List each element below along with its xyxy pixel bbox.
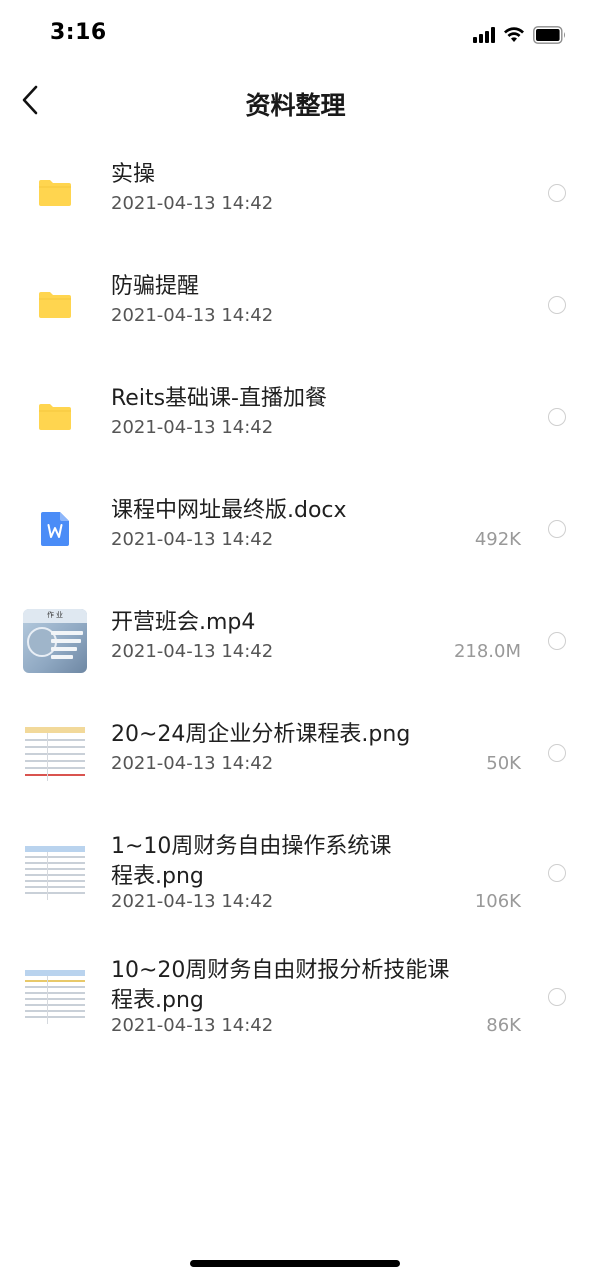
folder-icon: [39, 292, 71, 318]
nav-bar: 资料整理: [0, 70, 591, 140]
word-doc-icon: [41, 512, 69, 546]
file-date: 2021-04-13 14:42: [111, 193, 274, 214]
status-bar: 3:16: [0, 0, 591, 70]
image-thumbnail: [23, 964, 87, 1028]
file-date: 2021-04-13 14:42: [111, 305, 274, 326]
file-thumbnail: [22, 963, 88, 1029]
file-date: 2021-04-13 14:42: [111, 641, 274, 662]
home-indicator[interactable]: [190, 1260, 400, 1267]
file-size: 218.0M: [453, 641, 521, 662]
file-thumbnail: [22, 160, 88, 226]
select-radio[interactable]: [548, 632, 566, 650]
file-size: 492K: [474, 529, 521, 550]
select-radio[interactable]: [548, 296, 566, 314]
file-thumbnail: [22, 839, 88, 905]
file-thumbnail: 作 业: [22, 608, 88, 674]
file-size: 106K: [474, 891, 521, 912]
file-name: 实操: [111, 162, 156, 187]
file-thumbnail: [22, 384, 88, 450]
select-radio[interactable]: [548, 988, 566, 1006]
file-row[interactable]: 课程中网址最终版.docx 2021-04-13 14:42 492K: [0, 476, 591, 588]
select-radio[interactable]: [548, 408, 566, 426]
file-date: 2021-04-13 14:42: [111, 891, 274, 912]
file-list: 实操 2021-04-13 14:42 防骗提醒 2021-04-13 14:4…: [0, 140, 591, 1060]
select-radio[interactable]: [548, 864, 566, 882]
image-thumbnail: [23, 840, 87, 904]
cellular-signal-icon: [473, 27, 495, 43]
file-row[interactable]: 防骗提醒 2021-04-13 14:42: [0, 252, 591, 364]
file-name: 防骗提醒: [111, 274, 200, 299]
file-date: 2021-04-13 14:42: [111, 1015, 274, 1036]
file-name: Reits基础课-直播加餐: [111, 386, 327, 411]
file-date: 2021-04-13 14:42: [111, 417, 274, 438]
file-thumbnail: [22, 272, 88, 338]
wifi-icon: [504, 27, 524, 42]
file-date: 2021-04-13 14:42: [111, 753, 274, 774]
file-size: 50K: [486, 753, 521, 774]
file-thumbnail: [22, 496, 88, 562]
battery-icon: [533, 26, 565, 44]
file-row[interactable]: 10~20周财务自由财报分析技能课程表.png 2021-04-13 14:42…: [0, 936, 591, 1060]
status-icons: [473, 24, 567, 46]
file-name: 开营班会.mp4: [111, 610, 256, 635]
image-thumbnail: [23, 721, 87, 785]
file-name: 10~20周财务自由财报分析技能课程表.png: [111, 958, 450, 1013]
file-name: 课程中网址最终版.docx: [111, 498, 347, 523]
file-row[interactable]: 20~24周企业分析课程表.png 2021-04-13 14:42 50K: [0, 700, 591, 812]
file-size: 86K: [486, 1015, 521, 1036]
folder-icon: [39, 404, 71, 430]
page-title: 资料整理: [245, 91, 346, 120]
file-row[interactable]: 实操 2021-04-13 14:42: [0, 140, 591, 252]
select-radio[interactable]: [548, 520, 566, 538]
file-row[interactable]: Reits基础课-直播加餐 2021-04-13 14:42: [0, 364, 591, 476]
file-row[interactable]: 1~10周财务自由操作系统课程表.png 2021-04-13 14:42 10…: [0, 812, 591, 936]
select-radio[interactable]: [548, 744, 566, 762]
file-name: 1~10周财务自由操作系统课程表.png: [111, 834, 392, 889]
folder-icon: [39, 180, 71, 206]
select-radio[interactable]: [548, 184, 566, 202]
file-date: 2021-04-13 14:42: [111, 529, 274, 550]
video-thumbnail-image: 作 业: [23, 609, 87, 673]
file-row[interactable]: 作 业 开营班会.mp4 2021-04-13 14:42 218.0M: [0, 588, 591, 700]
file-name: 20~24周企业分析课程表.png: [111, 722, 411, 747]
status-time: 3:16: [50, 20, 107, 45]
file-thumbnail: [22, 720, 88, 786]
